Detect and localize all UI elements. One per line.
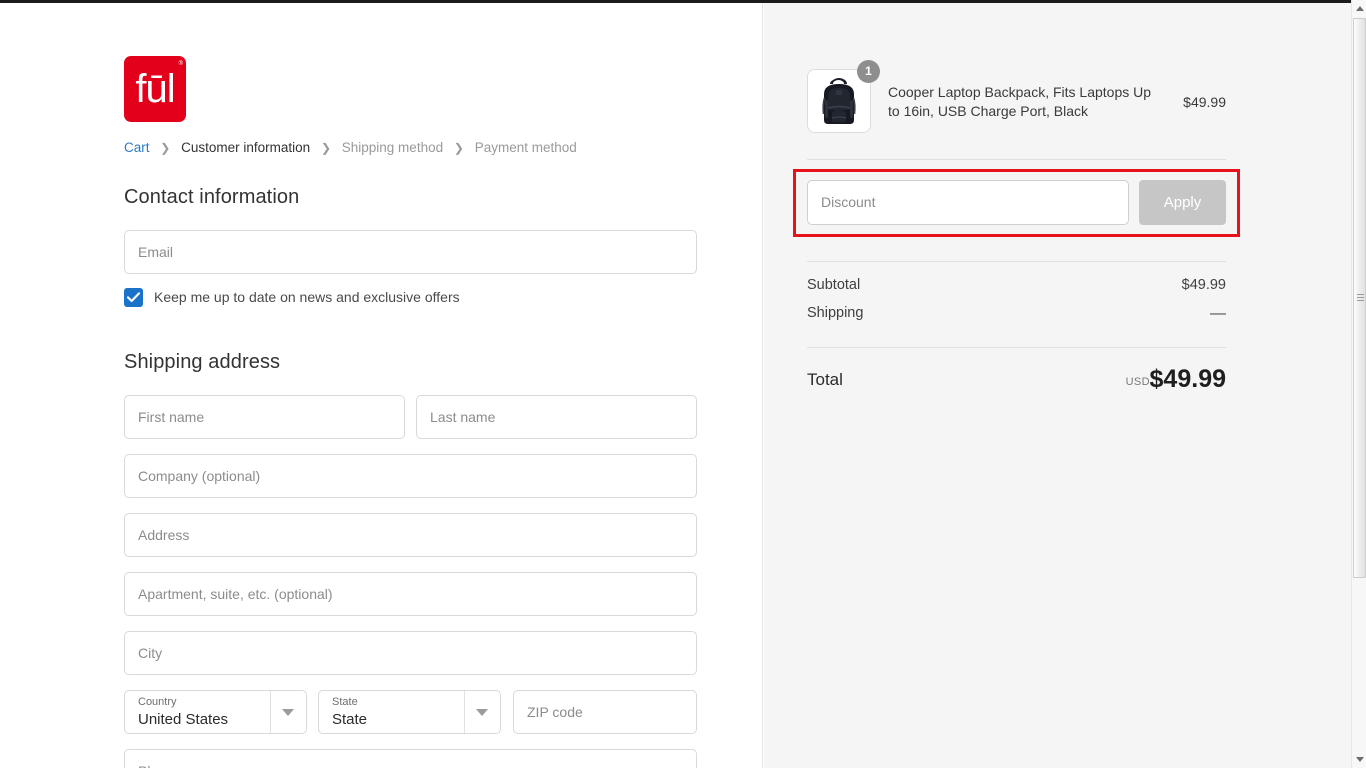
check-icon xyxy=(127,292,140,303)
phone-placeholder: Ph xyxy=(138,750,155,768)
shipping-row: Shipping — xyxy=(807,305,1226,323)
phone-field[interactable]: Ph xyxy=(124,749,697,768)
company-field[interactable]: Company (optional) xyxy=(124,454,697,498)
zip-code-field[interactable]: ZIP code xyxy=(513,690,697,734)
state-select-label: State xyxy=(332,696,358,708)
total-amount: $49.99 xyxy=(1149,365,1226,393)
product-quantity-badge: 1 xyxy=(857,60,880,83)
total-label: Total xyxy=(807,370,843,389)
shipping-address-heading: Shipping address xyxy=(124,351,281,373)
grip-icon xyxy=(1357,294,1364,303)
product-name: Cooper Laptop Backpack, Fits Laptops Up … xyxy=(888,84,1152,119)
newsletter-checkbox[interactable] xyxy=(124,288,143,307)
scrollbar-thumb[interactable] xyxy=(1353,18,1366,578)
first-name-placeholder: First name xyxy=(138,409,205,425)
city-placeholder: City xyxy=(138,645,163,661)
subtotal-value: $49.99 xyxy=(1181,277,1226,293)
total-currency: USD xyxy=(1125,376,1150,388)
breadcrumb-item-cart[interactable]: Cart xyxy=(124,140,150,155)
triangle-down-icon xyxy=(1356,757,1364,762)
last-name-field[interactable]: Last name xyxy=(416,395,697,439)
shipping-value: — xyxy=(1210,305,1226,322)
state-select[interactable]: State State xyxy=(318,690,501,734)
address-placeholder: Address xyxy=(138,527,190,543)
first-name-field[interactable]: First name xyxy=(124,395,405,439)
company-placeholder: Company (optional) xyxy=(138,468,261,484)
country-select-value: United States xyxy=(138,711,229,728)
summary-divider xyxy=(807,159,1226,160)
country-select-label: Country xyxy=(138,696,177,708)
address-field[interactable]: Address xyxy=(124,513,697,557)
summary-divider xyxy=(807,347,1226,348)
discount-input[interactable]: Discount xyxy=(807,180,1129,225)
apartment-field[interactable]: Apartment, suite, etc. (optional) xyxy=(124,572,697,616)
breadcrumb-item-payment-method[interactable]: Payment method xyxy=(475,140,577,155)
email-field-placeholder: Email xyxy=(138,244,174,260)
country-select-caret[interactable] xyxy=(270,691,306,733)
breadcrumb-item-shipping-method[interactable]: Shipping method xyxy=(342,140,443,155)
breadcrumb-item-customer-information[interactable]: Customer information xyxy=(181,140,310,155)
discount-input-placeholder: Discount xyxy=(821,194,876,210)
shipping-label: Shipping xyxy=(807,305,864,321)
brand-logo[interactable]: fūl ® xyxy=(124,56,186,122)
city-field[interactable]: City xyxy=(124,631,697,675)
subtotal-row: Subtotal $49.99 xyxy=(807,277,1226,293)
order-summary-panel: 1 Cooper Laptop Backpack, Fits Laptops U… xyxy=(764,3,1351,768)
chevron-down-icon xyxy=(476,709,488,716)
chevron-right-icon: ❯ xyxy=(453,141,464,155)
total-row: Total USD $49.99 xyxy=(807,365,1226,397)
state-select-caret[interactable] xyxy=(464,691,500,733)
browser-viewport: fūl ® Cart ❯ Customer information ❯ Ship… xyxy=(0,0,1366,768)
newsletter-label: Keep me up to date on news and exclusive… xyxy=(154,289,460,305)
scrollbar-up-button[interactable] xyxy=(1352,0,1366,17)
contact-information-heading: Contact information xyxy=(124,186,300,208)
state-select-value: State xyxy=(332,711,368,728)
country-select[interactable]: Country United States xyxy=(124,690,307,734)
chevron-right-icon: ❯ xyxy=(320,141,331,155)
chevron-down-icon xyxy=(282,709,294,716)
email-field[interactable]: Email xyxy=(124,230,697,274)
apply-discount-button[interactable]: Apply xyxy=(1139,180,1226,225)
product-price: $49.99 xyxy=(1183,94,1226,110)
zip-code-placeholder: ZIP code xyxy=(527,704,583,720)
subtotal-label: Subtotal xyxy=(807,277,861,293)
breadcrumb: Cart ❯ Customer information ❯ Shipping m… xyxy=(124,140,577,156)
page-scrollbar[interactable] xyxy=(1351,0,1366,768)
checkout-form-panel: fūl ® Cart ❯ Customer information ❯ Ship… xyxy=(0,3,763,768)
triangle-up-icon xyxy=(1356,6,1364,11)
chevron-right-icon: ❯ xyxy=(160,141,171,155)
brand-logo-text: fūl xyxy=(135,67,175,111)
scrollbar-down-button[interactable] xyxy=(1352,751,1366,768)
apartment-placeholder: Apartment, suite, etc. (optional) xyxy=(138,586,333,602)
newsletter-checkbox-row[interactable]: Keep me up to date on news and exclusive… xyxy=(124,288,460,307)
last-name-placeholder: Last name xyxy=(430,409,496,425)
summary-divider xyxy=(807,261,1226,262)
registered-mark-icon: ® xyxy=(178,61,183,67)
